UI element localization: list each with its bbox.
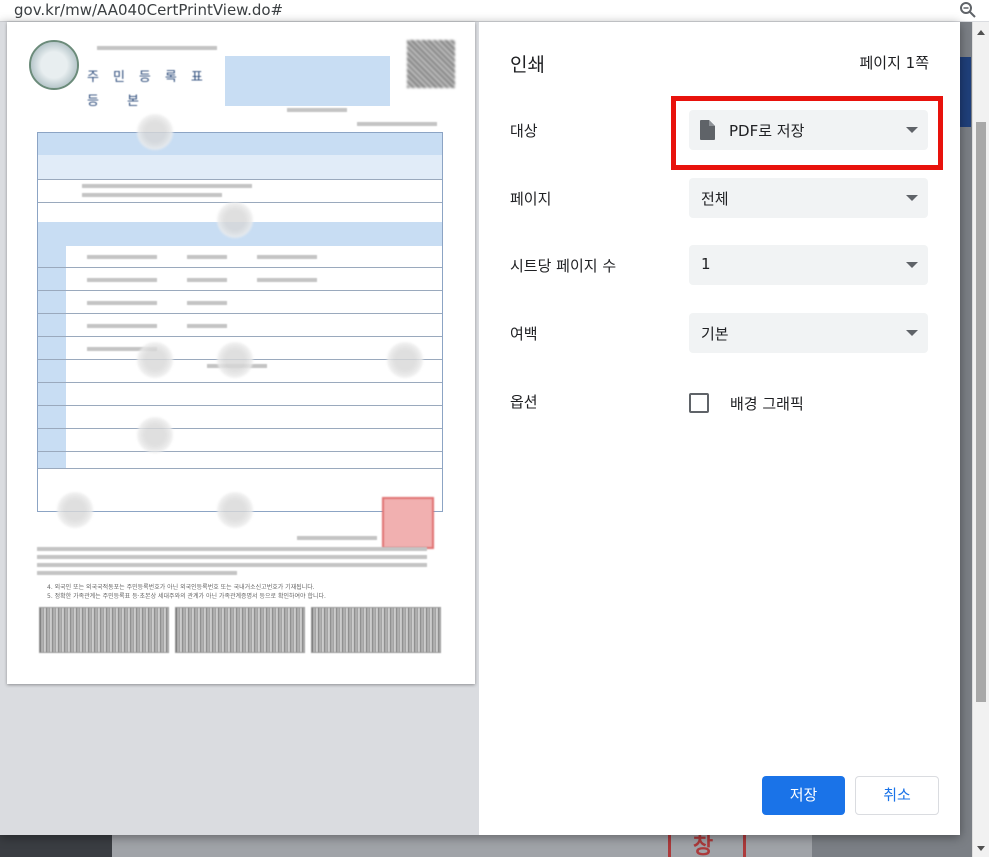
- pages-select[interactable]: 전체: [689, 178, 928, 218]
- document-subtitle-blurred: 등본: [87, 94, 167, 109]
- barcode-icon: [311, 607, 441, 653]
- margins-value: 기본: [701, 325, 729, 343]
- preview-note-5: 5. 정확한 가족관계는 주민등록표 등·초본상 세대주와의 관계가 아닌 가족…: [47, 593, 326, 600]
- issuance-info-box: [225, 56, 390, 106]
- pages-value: 전체: [701, 190, 729, 208]
- pages-per-sheet-select[interactable]: 1: [689, 245, 928, 285]
- options-label: 옵션: [510, 393, 538, 411]
- background-graphics-checkbox[interactable]: [689, 393, 709, 413]
- dropdown-arrow-icon: [906, 330, 918, 336]
- print-preview: 주민등록표 등본 4. 외국인 또는 외국국적동포는 주민등록번호가 아닌 외국…: [0, 22, 479, 835]
- backdrop-stamp: 창 인: [668, 832, 746, 857]
- government-seal-icon: [29, 40, 79, 90]
- pages-label: 페이지: [510, 190, 552, 208]
- qr-code-icon: [407, 40, 455, 88]
- pages-per-sheet-value: 1: [701, 255, 711, 273]
- document-title-blurred: 주민등록표: [87, 70, 217, 85]
- dropdown-arrow-icon: [906, 262, 918, 268]
- preview-note-4: 4. 외국인 또는 외국국적동포는 주민등록번호가 아닌 외국인등록번호 또는 …: [47, 584, 315, 591]
- save-button[interactable]: 저장: [762, 776, 845, 815]
- address-bar[interactable]: gov.kr/mw/AA040CertPrintView.do#: [0, 0, 989, 22]
- url-text[interactable]: gov.kr/mw/AA040CertPrintView.do#: [14, 0, 283, 20]
- destination-highlight-box: [671, 96, 943, 170]
- cancel-button[interactable]: 취소: [855, 776, 939, 815]
- barcode-icon: [175, 607, 305, 653]
- margins-select[interactable]: 기본: [689, 313, 928, 353]
- margins-label: 여백: [510, 325, 538, 343]
- scrollbar-thumb[interactable]: [976, 122, 986, 702]
- official-red-seal-icon: [382, 497, 434, 549]
- background-graphics-label[interactable]: 배경 그래픽: [730, 393, 804, 414]
- scroll-up-arrow-icon[interactable]: [977, 30, 985, 35]
- scroll-down-arrow-icon[interactable]: [977, 846, 985, 851]
- resident-table: [37, 132, 443, 512]
- backdrop-nav-right: [959, 57, 971, 127]
- dropdown-arrow-icon: [906, 195, 918, 201]
- page-count: 페이지 1쪽: [859, 54, 929, 72]
- destination-label: 대상: [510, 122, 538, 140]
- zoom-icon[interactable]: [959, 1, 977, 19]
- barcode-icon: [39, 607, 169, 653]
- pages-per-sheet-label: 시트당 페이지 수: [510, 257, 617, 275]
- preview-page: 주민등록표 등본 4. 외국인 또는 외국국적동포는 주민등록번호가 아닌 외국…: [7, 22, 475, 684]
- page-scrollbar[interactable]: [972, 22, 989, 857]
- dialog-title: 인쇄: [510, 54, 545, 76]
